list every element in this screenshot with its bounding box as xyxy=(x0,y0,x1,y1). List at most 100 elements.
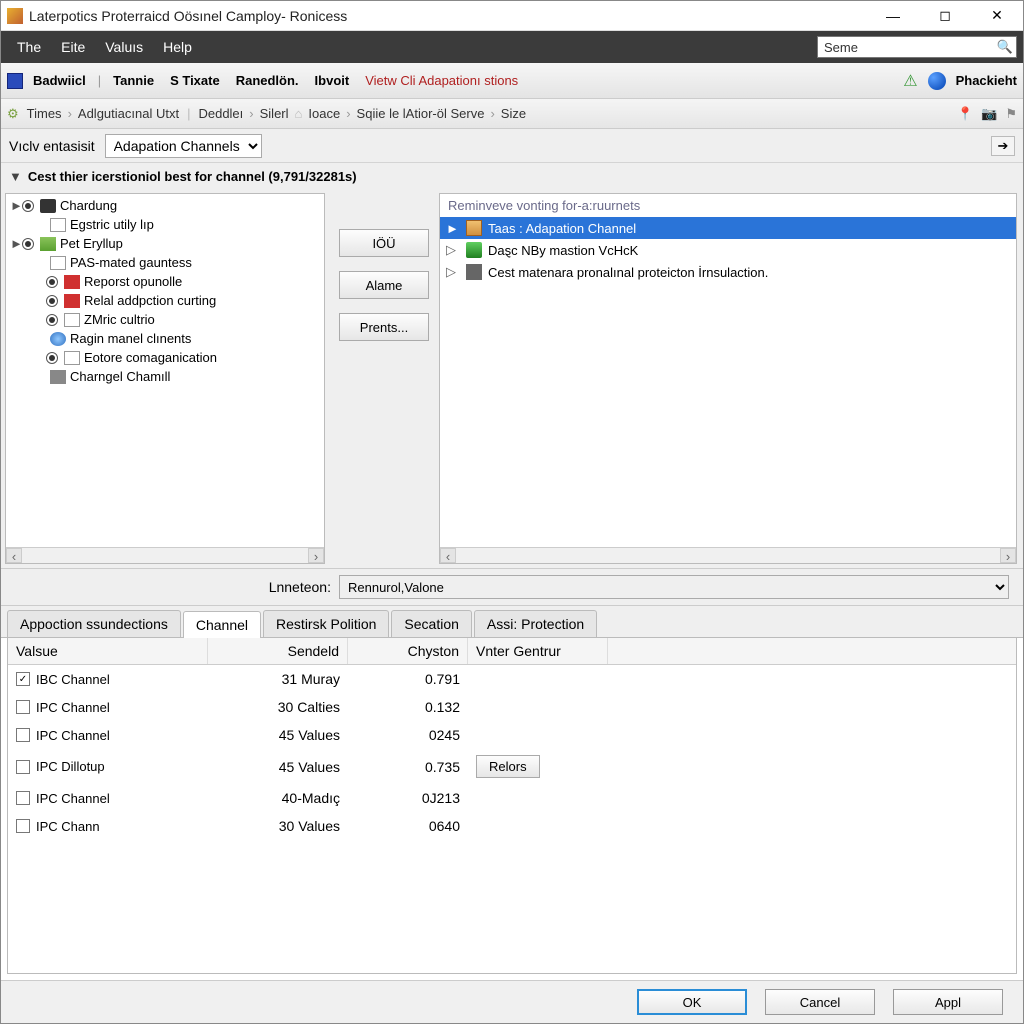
tree-item[interactable]: Ragin manel clınents xyxy=(6,329,324,348)
arrow-out-icon[interactable]: ➔ xyxy=(991,136,1015,156)
table-row[interactable]: IPC Dillotup45 Values0.735Relors xyxy=(8,749,1016,784)
tb-tannie[interactable]: Tannie xyxy=(107,71,160,90)
right-list-item[interactable]: ►Taas : Adapation Channel xyxy=(440,217,1016,239)
gear-icon: ⚙ xyxy=(7,106,19,122)
btn-prents[interactable]: Prents... xyxy=(339,313,429,341)
row-checkbox[interactable] xyxy=(16,791,30,805)
tab-4[interactable]: Assi: Protection xyxy=(474,610,597,637)
dialog-buttons: OK Cancel Appl xyxy=(1,980,1023,1023)
col-sendeld[interactable]: Sendeld xyxy=(208,638,348,664)
menu-the[interactable]: The xyxy=(7,39,51,55)
lnneteon-row: Lnneteon: Rennurol,Valone xyxy=(1,569,1023,606)
filter-text: Cest thier icerstioniol best for channel… xyxy=(28,169,357,184)
menubar: The Eite Valuıs Help 🔍 xyxy=(1,31,1023,63)
lnneteon-label: Lnneteon: xyxy=(9,579,339,595)
menu-help[interactable]: Help xyxy=(153,39,202,55)
right-list-item[interactable]: ▷Daȿc NBy mastion VcHcK xyxy=(440,239,1016,261)
view-label: Vıclv entasisit xyxy=(9,138,95,154)
tree-item[interactable]: ZMric cultrio xyxy=(6,310,324,329)
toolbar: Badwiicl | Tannie S Tixate Ranedlön. Ibv… xyxy=(1,63,1023,99)
menu-eite[interactable]: Eite xyxy=(51,39,95,55)
phackient-label[interactable]: Phackieht xyxy=(956,73,1017,88)
btn-iou[interactable]: IÖÜ xyxy=(339,229,429,257)
row-checkbox[interactable] xyxy=(16,728,30,742)
table-row[interactable]: IPC Channel30 Calties0.132 xyxy=(8,693,1016,721)
save-icon[interactable] xyxy=(7,73,23,89)
minimize-button[interactable]: — xyxy=(873,4,913,28)
crumb-3[interactable]: Silerl xyxy=(256,106,293,121)
tree-content[interactable]: ►ChardungEgstric utily lıp►Pet EryllupPA… xyxy=(6,194,324,547)
col-valsue[interactable]: Valsue xyxy=(8,638,208,664)
menu-valus[interactable]: Valuıs xyxy=(95,39,153,55)
tab-2[interactable]: Restirsk Polition xyxy=(263,610,389,637)
search-input[interactable] xyxy=(817,36,1017,58)
camera-icon[interactable]: 📷 xyxy=(981,106,997,122)
tb-stixate[interactable]: S Tixate xyxy=(164,71,226,90)
table-row[interactable]: ✓IBC Channel31 Muray0.791 xyxy=(8,665,1016,693)
table-row[interactable]: IPC Channel40-Madıç0J213 xyxy=(8,784,1016,812)
close-button[interactable]: ✕ xyxy=(977,4,1017,28)
right-pane: Reminveve vonting for-a:ruurnets ►Taas :… xyxy=(439,193,1017,564)
grid-body[interactable]: ✓IBC Channel31 Muray0.791IPC Channel30 C… xyxy=(8,665,1016,973)
tab-1[interactable]: Channel xyxy=(183,611,261,638)
table-row[interactable]: IPC Channel45 Values0245 xyxy=(8,721,1016,749)
pin-icon[interactable]: 📍 xyxy=(957,106,973,122)
table-row[interactable]: IPC Chann30 Values0640 xyxy=(8,812,1016,840)
warning-icon[interactable]: ⚠ xyxy=(903,71,917,91)
tab-0[interactable]: Appoction ssundections xyxy=(7,610,181,637)
tb-sep: | xyxy=(96,73,103,88)
crumb-4[interactable]: Ioace xyxy=(304,106,344,121)
tree-item[interactable]: Relal addpction curting xyxy=(6,291,324,310)
funnel-icon: ▼ xyxy=(9,169,22,184)
tree-item[interactable]: Reporst opunolle xyxy=(6,272,324,291)
row-checkbox[interactable] xyxy=(16,700,30,714)
col-vnter[interactable]: Vnter Gentrur xyxy=(468,638,608,664)
col-chyston[interactable]: Chyston xyxy=(348,638,468,664)
tb-ranedlon[interactable]: Ranedlön. xyxy=(230,71,305,90)
tree-item[interactable]: ►Chardung xyxy=(6,196,324,215)
crumb-1[interactable]: Adlgutiacınal Utxt xyxy=(74,106,183,121)
info-icon[interactable] xyxy=(928,72,946,90)
right-pane-list[interactable]: ►Taas : Adapation Channel▷Daȿc NBy masti… xyxy=(440,217,1016,547)
row-checkbox[interactable] xyxy=(16,819,30,833)
right-pane-header: Reminveve vonting for-a:ruurnets xyxy=(440,194,1016,217)
search-icon: 🔍 xyxy=(997,39,1013,55)
lnneteon-select[interactable]: Rennurol,Valone xyxy=(339,575,1009,599)
tree-item[interactable]: Charngel Chamıll xyxy=(6,367,324,386)
appl-button[interactable]: Appl xyxy=(893,989,1003,1015)
crumb-5[interactable]: Sqiie le lAtior-öl Serve xyxy=(353,106,489,121)
maximize-button[interactable]: ◻ xyxy=(925,4,965,28)
window-title: Laterpotics Proterraicd Oösınel Camploy-… xyxy=(29,8,873,24)
grid: Valsue Sendeld Chyston Vnter Gentrur ✓IB… xyxy=(7,638,1017,974)
tree-item[interactable]: Eotore comaganication xyxy=(6,348,324,367)
tree-scrollbar[interactable]: ‹› xyxy=(6,547,324,563)
crumb-2[interactable]: Deddleı xyxy=(194,106,247,121)
tree-item[interactable]: ►Pet Eryllup xyxy=(6,234,324,253)
crumb-times[interactable]: Times xyxy=(23,106,66,121)
titlebar: Laterpotics Proterraicd Oösınel Camploy-… xyxy=(1,1,1023,31)
tb-ibvoit[interactable]: Ibvoit xyxy=(309,71,356,90)
tab-3[interactable]: Secation xyxy=(391,610,471,637)
row-checkbox[interactable] xyxy=(16,760,30,774)
mid-buttons: IÖÜ Alame Prents... xyxy=(329,189,439,568)
view-adaptation-link[interactable]: Vietw Cli Adapationı stions xyxy=(359,73,524,88)
relors-button[interactable]: Relors xyxy=(476,755,540,778)
view-row: Vıclv entasisit Adapation Channels ➔ xyxy=(1,129,1023,163)
tree-item[interactable]: Egstric utily lıp xyxy=(6,215,324,234)
tree-item[interactable]: PAS-mated gauntess xyxy=(6,253,324,272)
ok-button[interactable]: OK xyxy=(637,989,747,1015)
right-scrollbar[interactable]: ‹› xyxy=(440,547,1016,563)
btn-alame[interactable]: Alame xyxy=(339,271,429,299)
row-checkbox[interactable]: ✓ xyxy=(16,672,30,686)
tb-badwiicl[interactable]: Badwiicl xyxy=(27,71,92,90)
app-icon xyxy=(7,8,23,24)
cancel-button[interactable]: Cancel xyxy=(765,989,875,1015)
grid-header: Valsue Sendeld Chyston Vnter Gentrur xyxy=(8,638,1016,665)
crumb-6[interactable]: Size xyxy=(497,106,530,121)
right-list-item[interactable]: ▷Cest matenara pronalınal proteicton İrn… xyxy=(440,261,1016,283)
filter-row: ▼ Cest thier icerstioniol best for chann… xyxy=(1,163,1023,189)
tree-pane: ►ChardungEgstric utily lıp►Pet EryllupPA… xyxy=(5,193,325,564)
breadcrumb: ⚙ Times › Adlgutiacınal Utxt | Deddleı ›… xyxy=(1,99,1023,129)
view-dropdown[interactable]: Adapation Channels xyxy=(105,134,262,158)
flag-icon[interactable]: ⚑ xyxy=(1005,106,1017,122)
